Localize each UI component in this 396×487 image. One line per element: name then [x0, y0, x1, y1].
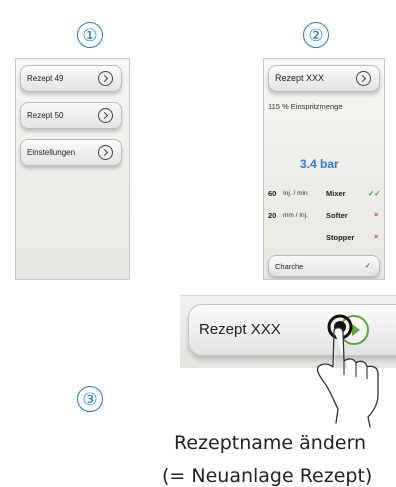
- tap-gesture-icon: [316, 314, 379, 428]
- menu-item-label: Rezept 50: [27, 111, 64, 120]
- stopper-label: Stopper: [326, 233, 355, 242]
- batch-status-icon: ✓: [364, 261, 371, 270]
- menu-item-recipe-50[interactable]: Rezept 50: [20, 102, 122, 129]
- step-number-3: ③: [77, 386, 103, 412]
- recipe-name-button[interactable]: Rezept XXX: [268, 65, 380, 92]
- chevron-right-icon[interactable]: [98, 108, 113, 123]
- batch-button[interactable]: Charche ✓: [268, 255, 380, 277]
- step-number-2: ②: [303, 22, 329, 48]
- screen-recipe-detail: Rezept XXX 115 % Einspritzmenge 3.4 bar …: [263, 58, 385, 280]
- chevron-right-icon[interactable]: [356, 71, 371, 86]
- softer-status-icon: ×: [374, 210, 379, 219]
- batch-label: Charche: [275, 262, 304, 271]
- menu-item-settings[interactable]: Einstellungen: [20, 139, 122, 166]
- softer-rate-value: 20: [268, 211, 277, 220]
- mixer-label: Mixer: [326, 189, 346, 198]
- chevron-right-icon[interactable]: [98, 71, 113, 86]
- softer-label: Softer: [326, 211, 348, 220]
- menu-item-label: Einstellungen: [27, 148, 76, 157]
- mixer-rate-unit: Inj. / min: [283, 190, 308, 197]
- screen-recipe-list: Rezept 49 Rezept 50 Einstellungen: [15, 58, 130, 280]
- pressure-value: 3.4 bar: [300, 157, 339, 171]
- chevron-right-icon[interactable]: [98, 145, 113, 160]
- mixer-rate-value: 60: [268, 189, 277, 198]
- softer-rate-unit: mm / Inj.: [283, 212, 308, 219]
- zoom-recipe-label: Rezept XXX: [199, 321, 281, 338]
- menu-item-recipe-49[interactable]: Rezept 49: [20, 65, 122, 92]
- step-number-1: ①: [77, 22, 103, 48]
- mixer-status-icon: ✓✓: [368, 189, 381, 198]
- stopper-status-icon: ×: [374, 232, 379, 241]
- recipe-name-label: Rezept XXX: [275, 73, 325, 83]
- injection-amount-text: 115 % Einspritzmenge: [268, 102, 343, 111]
- caption-line-1: Rezeptname ändern: [174, 432, 367, 454]
- caption-line-2: (= Neuanlage Rezept): [162, 465, 373, 487]
- menu-item-label: Rezept 49: [27, 74, 64, 83]
